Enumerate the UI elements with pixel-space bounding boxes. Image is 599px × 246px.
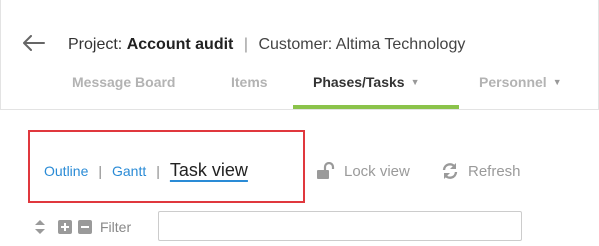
filter-toolbar: Filter xyxy=(34,212,131,242)
task-view-link[interactable]: Task view xyxy=(170,160,248,181)
view-separator: | xyxy=(156,162,160,179)
tab-items[interactable]: Items xyxy=(231,74,268,90)
lock-view-label: Lock view xyxy=(344,162,410,180)
view-switcher: Outline | Gantt | Task view xyxy=(44,160,248,181)
customer-label: Customer: Altima Technology xyxy=(258,36,466,53)
tab-label: Items xyxy=(231,74,268,90)
expand-all-icon[interactable] xyxy=(58,220,72,234)
title-separator: | xyxy=(243,36,248,53)
refresh-label: Refresh xyxy=(468,162,521,180)
tab-personnel[interactable]: Personnel ▼ xyxy=(479,74,562,90)
lock-open-icon xyxy=(317,162,335,179)
tab-label: Message Board xyxy=(72,74,176,90)
gantt-view-link[interactable]: Gantt xyxy=(112,163,146,179)
tab-bar: Message Board Items Phases/Tasks ▼ Perso… xyxy=(1,68,599,110)
tab-label: Phases/Tasks xyxy=(313,74,405,90)
outline-view-link[interactable]: Outline xyxy=(44,163,88,179)
project-name: Account audit xyxy=(126,36,234,53)
back-arrow-icon[interactable] xyxy=(23,35,45,51)
refresh-icon xyxy=(442,163,458,179)
tab-phases-tasks[interactable]: Phases/Tasks ▼ xyxy=(313,74,420,90)
collapse-all-icon[interactable] xyxy=(78,220,92,234)
chevron-down-icon: ▼ xyxy=(552,77,562,87)
view-separator: | xyxy=(98,162,102,179)
tab-label: Personnel xyxy=(479,74,547,90)
lock-view-button[interactable]: Lock view xyxy=(316,162,410,180)
sort-icon[interactable] xyxy=(34,219,46,235)
page-title: Project: Account audit | Customer: Altim… xyxy=(68,35,465,55)
active-tab-indicator xyxy=(293,105,459,109)
project-header: Project: Account audit | Customer: Altim… xyxy=(0,0,599,110)
filter-input[interactable] xyxy=(158,211,522,241)
tab-message-board[interactable]: Message Board xyxy=(72,74,175,90)
chevron-down-icon: ▼ xyxy=(410,77,420,87)
refresh-button[interactable]: Refresh xyxy=(440,162,521,180)
project-label: Project: xyxy=(68,36,123,53)
filter-label: Filter xyxy=(100,219,132,235)
